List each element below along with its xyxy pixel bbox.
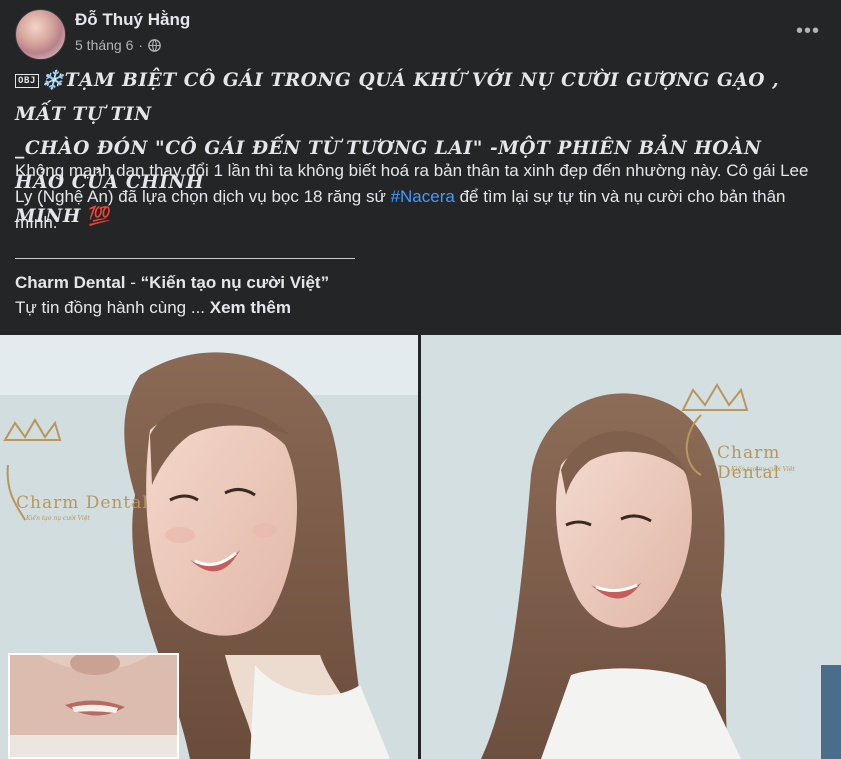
more-options-button[interactable]: ••• <box>790 16 826 46</box>
text-divider <box>15 258 355 259</box>
right-logo-subtitle: Kiến tạo nụ cười Việt <box>731 466 795 473</box>
globe-icon[interactable] <box>148 38 161 52</box>
left-logo-subtitle: Kiến tạo nụ cười Việt <box>26 515 90 522</box>
brand-line: Charm Dental - “Kiến tạo nụ cười Việt” <box>15 272 329 294</box>
right-photo-illustration <box>421 335 841 759</box>
headline-line-1: TẠM BIỆT CÔ GÁI TRONG QUÁ KHỨ VỚI NỤ CƯỜ… <box>15 70 780 125</box>
photo-grid: Charm Dental Kiến tạo nụ cười Việt Charm… <box>0 335 841 759</box>
post-timestamp[interactable]: 5 tháng 6 <box>75 37 133 53</box>
post-body: Không mạnh dạn thay đổi 1 lần thì ta khô… <box>15 158 827 236</box>
see-more-link[interactable]: Xem thêm <box>210 298 291 317</box>
brand-slogan: “Kiến tạo nụ cười Việt” <box>140 273 330 292</box>
photo-right[interactable]: Charm Dental Kiến tạo nụ cười Việt <box>421 335 841 759</box>
post-teaser: Tự tin đồng hành cùng ... Xem thêm <box>15 297 291 319</box>
before-photo-illustration <box>10 655 177 757</box>
snowflake-icon: ❄️ <box>41 70 65 91</box>
before-photo-inset[interactable] <box>8 653 179 759</box>
author-name[interactable]: Đỗ Thuý Hằng <box>75 10 190 30</box>
right-logo-text: Charm Dental <box>717 443 781 483</box>
post-header: Đỗ Thuý Hằng 5 tháng 6 · ••• <box>15 6 826 60</box>
meta-separator: · <box>138 37 144 53</box>
left-logo-text: Charm Dental <box>16 493 149 513</box>
obj-placeholder-icon: OBJ <box>15 74 40 88</box>
photo-left[interactable]: Charm Dental Kiến tạo nụ cười Việt <box>0 335 418 759</box>
hashtag-link[interactable]: #Nacera <box>391 187 455 206</box>
brand-name: Charm Dental <box>15 273 126 292</box>
author-avatar[interactable] <box>15 9 66 60</box>
brand-dash: - <box>125 273 141 292</box>
post-meta: 5 tháng 6 · <box>75 37 161 53</box>
teaser-text: Tự tin đồng hành cùng ... <box>15 298 210 317</box>
more-horizontal-icon: ••• <box>795 19 820 42</box>
